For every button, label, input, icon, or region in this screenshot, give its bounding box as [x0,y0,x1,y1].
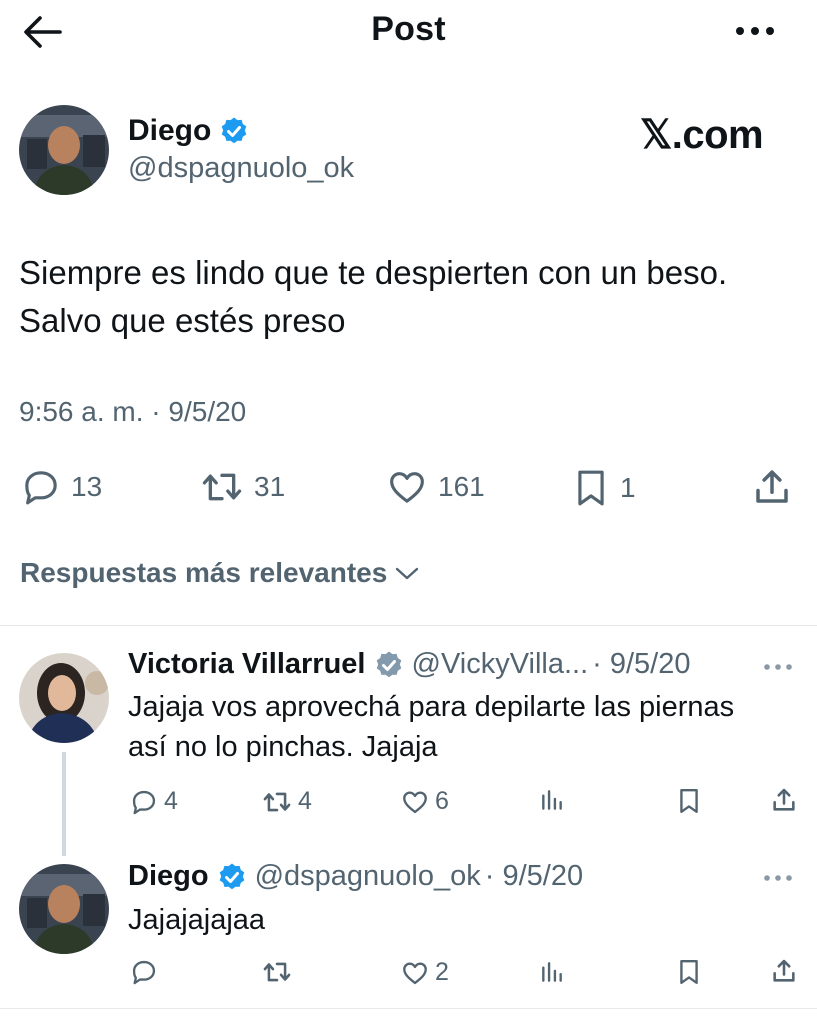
reply-author-handle[interactable]: @dspagnuolo_ok [255,860,481,893]
reply-text: Jajajajajaa [128,904,266,936]
bookmark-button[interactable] [676,957,702,987]
like-button[interactable]: 6 [401,787,449,816]
replies-sort-dropdown[interactable]: Respuestas más relevantes [20,557,421,589]
bookmark-icon [680,788,698,814]
watermark: 𝕏.com [640,113,764,157]
more-icon [764,664,792,670]
like-button[interactable]: 2 [401,958,449,987]
like-icon [390,472,424,503]
reply-date[interactable]: · 9/5/20 [485,860,583,893]
share-icon [756,470,788,503]
post-timestamp[interactable]: 9:56 a. m. · 9/5/20 [19,396,246,428]
share-button[interactable] [770,956,798,986]
like-count: 2 [435,958,449,986]
reply-icon [132,960,156,985]
repost-icon [263,792,291,811]
more-icon [736,27,774,35]
reply-button[interactable]: 4 [130,787,178,816]
reply-date[interactable]: · 9/5/20 [592,648,690,681]
like-icon [403,791,427,813]
page-title: Post [371,10,446,48]
author-handle[interactable]: @dspagnuolo_ok [128,152,354,185]
author-name-text: Diego [128,114,212,147]
repost-icon [263,962,291,982]
thread-line [62,752,66,856]
verified-icon [222,117,247,144]
verified-icon [219,863,244,889]
repost-button[interactable]: 4 [262,787,312,816]
post-text: Siempre es lindo que te despierten con u… [19,249,809,345]
reply-icon [132,790,156,814]
reply-more-button[interactable] [760,866,796,890]
bookmark-count: 1 [620,472,636,503]
repost-button[interactable]: 31 [200,467,285,507]
share-icon [773,959,795,982]
more-options-button[interactable] [730,14,780,48]
like-icon [403,962,427,984]
reply-text-line: Jajaja vos aprovechá para depilarte las … [128,691,735,723]
reply-count: 4 [164,787,178,815]
divider [0,1008,817,1009]
reply-text: Jajaja vos aprovechá para depilarte las … [128,687,808,767]
reply-more-button[interactable] [760,655,796,679]
avatar[interactable] [19,653,109,743]
bookmark-icon [680,959,698,985]
reply-header: Victoria Villarruel @VickyVilla... · 9/5… [128,648,691,681]
divider [0,625,817,626]
reply-count: 13 [71,471,103,502]
reply-text-line: así no lo pinchas. Jajaja [128,731,438,763]
post-text-line: Siempre es lindo que te despierten con u… [19,254,728,291]
chevron-down-icon [396,567,419,580]
replies-sort-label: Respuestas más relevantes [20,557,388,588]
bookmark-button[interactable]: 1 [572,467,636,509]
repost-count: 4 [298,787,312,815]
author-name[interactable]: Diego [128,114,249,148]
avatar[interactable] [19,864,109,954]
views-icon [542,962,562,982]
views-button[interactable] [539,786,565,814]
like-count: 161 [438,471,485,502]
share-icon [773,788,795,811]
bookmark-button[interactable] [676,786,702,816]
reply-author-handle[interactable]: @VickyVilla... [412,648,589,681]
reply-icon [25,471,57,505]
reply-header: Diego @dspagnuolo_ok · 9/5/20 [128,860,583,893]
like-count: 6 [435,787,449,815]
share-button[interactable] [750,466,794,508]
avatar[interactable] [19,105,109,195]
like-button[interactable]: 161 [386,467,485,507]
reply-author-name[interactable]: Diego [128,860,209,893]
views-icon [542,790,562,810]
repost-button[interactable] [262,958,292,986]
reply-button[interactable]: 13 [21,467,102,507]
post-text-line: Salvo que estés preso [19,302,346,339]
reply-author-name[interactable]: Victoria Villarruel [128,648,366,681]
verified-icon [376,651,401,677]
more-icon [764,875,792,881]
share-button[interactable] [770,785,798,815]
reply-button[interactable] [130,958,158,986]
bookmark-icon [578,470,604,506]
repost-icon [202,473,242,501]
views-button[interactable] [539,958,565,986]
repost-count: 31 [254,471,286,502]
